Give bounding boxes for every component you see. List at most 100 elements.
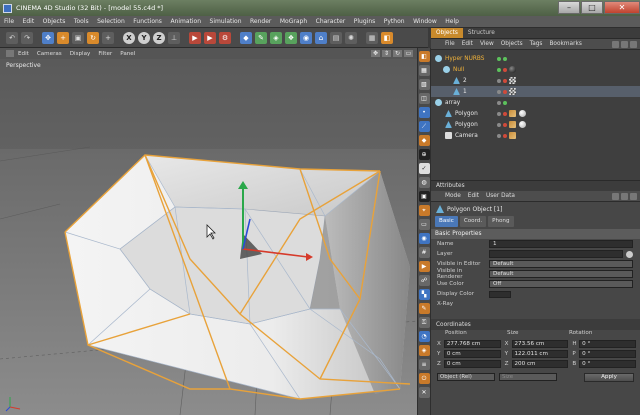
editor-visibility-dot[interactable] — [497, 122, 501, 127]
lock-attributes-icon[interactable] — [630, 192, 637, 200]
keyframe-icon[interactable]: ◈ — [418, 345, 430, 356]
menu-selection[interactable]: Selection — [97, 18, 125, 25]
size-mode-select[interactable]: Size — [499, 373, 557, 381]
render-view-icon[interactable]: ▶ — [189, 31, 201, 44]
om-menu-view[interactable]: View — [480, 41, 494, 47]
trash-icon[interactable]: ✕ — [418, 387, 430, 398]
power-icon[interactable]: ⏻ — [418, 373, 430, 384]
attr-tab-phong[interactable]: Phong — [488, 216, 514, 227]
render-visibility-dot[interactable] — [503, 111, 507, 116]
visibility-flags[interactable] — [497, 78, 509, 83]
texture-tag-icon[interactable] — [509, 88, 516, 95]
prop-use-color-select[interactable]: Off — [489, 280, 633, 288]
menu-window[interactable]: Window — [413, 18, 437, 25]
tree-row[interactable]: Polygon — [431, 119, 640, 130]
menu-character[interactable]: Character — [316, 18, 346, 25]
rotate-icon[interactable]: ↻ — [87, 31, 99, 44]
tree-row[interactable]: 2 — [431, 75, 640, 86]
om-menu-bookmarks[interactable]: Bookmarks — [549, 41, 581, 47]
render-visibility-dot[interactable] — [503, 67, 507, 72]
tree-item-name[interactable]: Null — [453, 67, 493, 73]
render-visibility-dot[interactable] — [503, 78, 507, 83]
menu-python[interactable]: Python — [384, 18, 405, 25]
texture-tag-icon[interactable] — [509, 77, 516, 84]
toggle-view-icon[interactable]: ▭ — [404, 50, 413, 57]
editor-visibility-dot[interactable] — [497, 67, 501, 72]
om-menu-tags[interactable]: Tags — [530, 41, 543, 47]
planar-workplane-icon[interactable]: ▭ — [418, 219, 430, 230]
tree-row[interactable]: 1 — [431, 86, 640, 97]
coordinate-system-icon[interactable]: ⊥ — [168, 31, 180, 44]
menu-animation[interactable]: Animation — [170, 18, 201, 25]
render-visibility-dot[interactable] — [503, 56, 507, 61]
live-selection-icon[interactable]: ✥ — [42, 31, 54, 44]
redo-icon[interactable]: ↷ — [21, 31, 33, 44]
menu-edit[interactable]: Edit — [23, 18, 35, 25]
quantize-icon[interactable]: # — [418, 247, 430, 258]
recent-tool-icon[interactable]: + — [102, 31, 114, 44]
tweak-mode-icon[interactable]: ✓ — [418, 163, 430, 174]
maximize-button[interactable]: □ — [581, 1, 603, 14]
basic-properties-section[interactable]: Basic Properties — [431, 229, 640, 239]
animate-icon[interactable]: ◔ — [418, 331, 430, 342]
prop-layer-field[interactable] — [489, 250, 623, 258]
axis-mode-icon[interactable]: ⊕ — [418, 149, 430, 160]
tab-structure[interactable]: Structure — [463, 28, 500, 38]
scale-icon[interactable]: ▣ — [72, 31, 84, 44]
viewport-menu-cameras[interactable]: Cameras — [37, 51, 62, 57]
points-mode-icon[interactable]: • — [418, 107, 430, 118]
phong-tag-icon[interactable] — [509, 121, 516, 128]
make-editable-icon[interactable]: ◧ — [418, 51, 430, 62]
locked-workplane-icon[interactable]: ⌖ — [418, 205, 430, 216]
back-icon[interactable] — [612, 192, 619, 200]
phong-tag-icon[interactable] — [509, 132, 516, 139]
attr-menu-mode[interactable]: Mode — [445, 193, 461, 199]
tree-item-name[interactable]: Polygon — [455, 111, 495, 117]
scene-icon[interactable]: ⌂ — [315, 31, 327, 44]
tree-row[interactable]: Hyper NURBS — [431, 53, 640, 64]
apply-button[interactable]: Apply — [584, 372, 634, 382]
material-ball-icon[interactable] — [519, 121, 526, 128]
editor-visibility-dot[interactable] — [497, 100, 501, 105]
pan-view-icon[interactable]: ✥ — [371, 50, 380, 57]
coord-field[interactable]: 277.768 cm — [443, 340, 501, 348]
minimize-button[interactable]: – — [558, 1, 580, 14]
x-axis-icon[interactable]: X — [123, 31, 135, 44]
snap-icon[interactable]: ◍ — [418, 177, 430, 188]
menu-file[interactable]: File — [4, 18, 14, 25]
om-menu-edit[interactable]: Edit — [462, 41, 473, 47]
visibility-flags[interactable] — [497, 133, 509, 138]
render-visibility-dot[interactable] — [503, 89, 507, 94]
tree-item-name[interactable]: array — [445, 100, 485, 106]
viewport-menu-filter[interactable]: Filter — [98, 51, 112, 57]
undo-icon[interactable]: ↶ — [6, 31, 18, 44]
tree-row[interactable]: Camera — [431, 130, 640, 141]
forward-icon[interactable] — [621, 192, 628, 200]
tree-row[interactable]: Polygon — [431, 108, 640, 119]
coord-field[interactable]: 273.56 cm — [511, 340, 569, 348]
menu-functions[interactable]: Functions — [133, 18, 162, 25]
viewport-menu-display[interactable]: Display — [70, 51, 91, 57]
timeline-icon[interactable]: ≡ — [418, 359, 430, 370]
editor-visibility-dot[interactable] — [497, 111, 501, 116]
menu-tools[interactable]: Tools — [74, 18, 89, 25]
coordinate-mode-select[interactable]: Object (Rel) — [437, 373, 495, 381]
editor-visibility-dot[interactable] — [497, 56, 501, 61]
workplane-icon[interactable]: ◫ — [418, 93, 430, 104]
menu-help[interactable]: Help — [445, 18, 459, 25]
uv-mode-icon[interactable]: ▚ — [418, 289, 430, 300]
polygons-mode-icon[interactable]: ◆ — [418, 135, 430, 146]
coord-field[interactable]: 0 cm — [443, 350, 501, 358]
filter-icon[interactable] — [621, 40, 628, 48]
spline-pen-icon[interactable]: ✎ — [255, 31, 267, 44]
deformer-icon[interactable]: ◉ — [300, 31, 312, 44]
y-axis-icon[interactable]: Y — [138, 31, 150, 44]
layers-icon[interactable] — [630, 40, 637, 48]
tree-row[interactable]: Null — [431, 64, 640, 75]
menu-objects[interactable]: Objects — [43, 18, 66, 25]
tree-item-name[interactable]: Hyper NURBS — [445, 56, 485, 62]
om-menu-objects[interactable]: Objects — [501, 41, 523, 47]
menu-render[interactable]: Render — [250, 18, 271, 25]
prop-name-field[interactable]: 1 — [489, 240, 633, 248]
sculpt-icon[interactable]: ☍ — [418, 275, 430, 286]
